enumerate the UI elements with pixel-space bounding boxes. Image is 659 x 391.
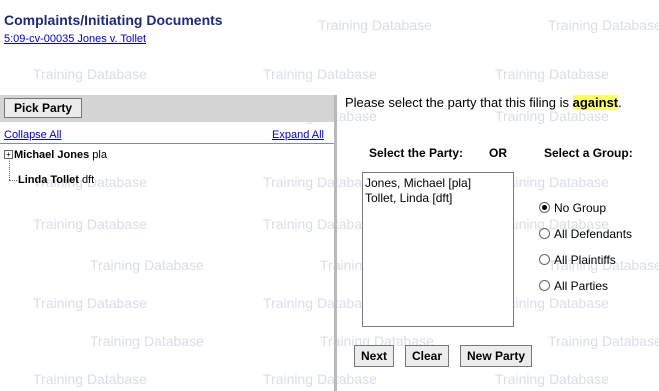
select-party-label: Select the Party: xyxy=(369,146,464,160)
watermark-text: Training Database xyxy=(495,371,609,387)
prompt-text: Please select the party that this filing… xyxy=(345,95,573,110)
group-option-all-defendants[interactable]: All Defendants xyxy=(539,227,632,241)
watermark-text: Training Database xyxy=(33,371,147,387)
radio-icon[interactable] xyxy=(539,280,550,291)
radio-icon[interactable] xyxy=(539,228,550,239)
group-option-no-group[interactable]: No Group xyxy=(539,201,606,215)
group-option-all-plaintiffs[interactable]: All Plaintiffs xyxy=(539,253,616,267)
collapse-all-link[interactable]: Collapse All xyxy=(4,129,61,141)
selection-prompt: Please select the party that this filing… xyxy=(345,95,622,110)
expand-all-link[interactable]: Expand All xyxy=(272,129,324,141)
watermark-text: Training Database xyxy=(90,333,204,349)
group-option-label: All Parties xyxy=(554,279,609,293)
watermark-text: Training Database xyxy=(90,257,204,273)
watermark-text: Training Database xyxy=(263,174,377,190)
page-title: Complaints/Initiating Documents xyxy=(4,12,223,28)
watermark-text: Training Database xyxy=(263,295,377,311)
tree-connector-branch-icon xyxy=(9,180,17,182)
group-option-all-parties[interactable]: All Parties xyxy=(539,279,608,293)
group-option-label: All Plaintiffs xyxy=(554,253,616,267)
group-option-label: No Group xyxy=(554,201,607,215)
watermark-text: Training Database xyxy=(548,333,659,349)
clear-button[interactable]: Clear xyxy=(405,345,450,367)
watermark-text: Training Database xyxy=(263,66,377,82)
panel-divider-rule xyxy=(0,143,334,144)
watermark-text: Training Database xyxy=(495,108,609,124)
watermark-text: Training Database xyxy=(495,66,609,82)
radio-icon[interactable] xyxy=(539,254,550,265)
watermark-text: Training Database xyxy=(263,216,377,232)
tree-connector-icon xyxy=(9,161,11,180)
party-listbox[interactable]: Jones, Michael [pla] Tollet, Linda [dft] xyxy=(362,172,514,327)
tree-item-linda-tollet[interactable]: Linda Tollet dft xyxy=(18,174,94,186)
expand-plus-icon[interactable]: + xyxy=(4,150,13,159)
watermark-text: Training Database xyxy=(33,66,147,82)
watermark-text: Training Database xyxy=(318,17,432,33)
or-label: OR xyxy=(489,146,507,160)
party-option[interactable]: Tollet, Linda [dft] xyxy=(365,191,511,206)
tree-item-role: pla xyxy=(92,149,107,161)
radio-selected-icon[interactable] xyxy=(539,202,550,213)
watermark-text: Training Database xyxy=(263,371,377,387)
tree-item-name: Michael Jones xyxy=(14,149,90,161)
next-button[interactable]: Next xyxy=(354,345,395,367)
new-party-button[interactable]: New Party xyxy=(460,345,533,367)
pick-party-button[interactable]: Pick Party xyxy=(4,98,83,118)
prompt-suffix: . xyxy=(618,95,622,110)
prompt-highlight: against xyxy=(572,95,619,110)
case-link[interactable]: 5:09-cv-00035 Jones v. Tollet xyxy=(4,33,146,45)
tree-item-name: Linda Tollet xyxy=(18,174,79,186)
vertical-splitter[interactable] xyxy=(334,95,337,391)
tree-item-role: dft xyxy=(81,174,95,186)
watermark-text: Training Database xyxy=(33,295,147,311)
watermark-text: Training Database xyxy=(33,216,147,232)
tree-item-michael-jones[interactable]: Michael Jones pla xyxy=(14,149,107,161)
party-option[interactable]: Jones, Michael [pla] xyxy=(365,176,511,191)
group-option-label: All Defendants xyxy=(554,227,633,241)
select-group-label: Select a Group: xyxy=(544,146,633,160)
watermark-text: Training Database xyxy=(548,17,659,33)
